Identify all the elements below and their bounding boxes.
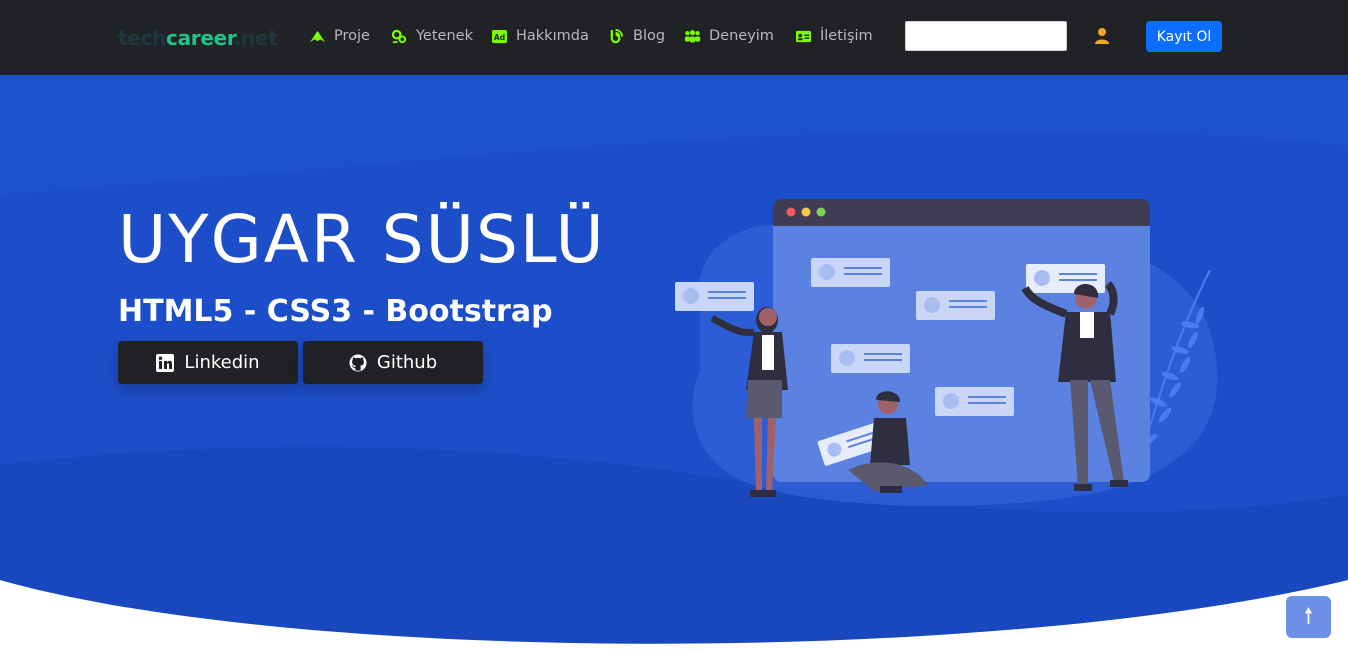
signup-button[interactable]: Kayıt Ol [1146, 21, 1222, 52]
navbar: techcareer.net Proje Yetenek Ad Hakkımda… [0, 0, 1348, 75]
blog-icon [610, 28, 624, 43]
profile-card [675, 282, 754, 311]
brand-part-net: .net [233, 26, 278, 50]
nav-item-iletisim[interactable]: İletişim [795, 26, 873, 46]
nav-item-deneyim[interactable]: Deneyim [684, 26, 774, 46]
brand-logo[interactable]: techcareer.net [118, 25, 278, 51]
team-illustration [675, 199, 1218, 507]
nav-item-label: Hakkımda [516, 28, 589, 44]
user-icon [1095, 28, 1109, 44]
nav-item-label: Yetenek [416, 28, 473, 44]
nav-item-hakkimda[interactable]: Ad Hakkımda [491, 26, 589, 46]
nav-item-proje[interactable]: Proje [309, 26, 370, 46]
nav-item-label: İletişim [820, 28, 873, 44]
brand-part-career: career [166, 26, 234, 50]
arrow-up-icon: 🠕 [1303, 604, 1314, 629]
linkedin-icon [156, 353, 175, 372]
profile-card [831, 344, 910, 373]
pen-nib-icon [310, 30, 325, 42]
profile-card [916, 291, 995, 320]
nav-item-label: Deneyim [709, 28, 774, 44]
hero-name: UYGAR SÜSLÜ [118, 201, 606, 278]
linkedin-button[interactable]: Linkedin [118, 341, 298, 384]
ad-badge-icon: Ad [492, 29, 507, 43]
svg-text:Ad: Ad [494, 32, 505, 41]
github-button[interactable]: Github [303, 341, 483, 384]
linkedin-label: Linkedin [184, 352, 260, 373]
github-label: Github [376, 352, 438, 373]
nav-item-label: Blog [633, 28, 666, 44]
profile-card [811, 258, 890, 287]
profile-card [935, 387, 1014, 416]
nav-item-label: Proje [334, 28, 370, 44]
nav-item-yetenek[interactable]: Yetenek [391, 26, 473, 46]
hero-subtitle: HTML5 - CSS3 - Bootstrap [118, 294, 553, 329]
search-input[interactable] [905, 21, 1067, 51]
back-to-top-button[interactable]: 🠕 [1286, 596, 1331, 638]
github-icon [349, 354, 367, 371]
address-card-icon [796, 30, 811, 42]
brand-part-tech: tech [118, 26, 167, 50]
nav-item-blog[interactable]: Blog [608, 26, 665, 46]
users-icon [684, 29, 701, 42]
user-button[interactable] [1093, 27, 1111, 45]
gear-tree-icon [391, 29, 407, 43]
